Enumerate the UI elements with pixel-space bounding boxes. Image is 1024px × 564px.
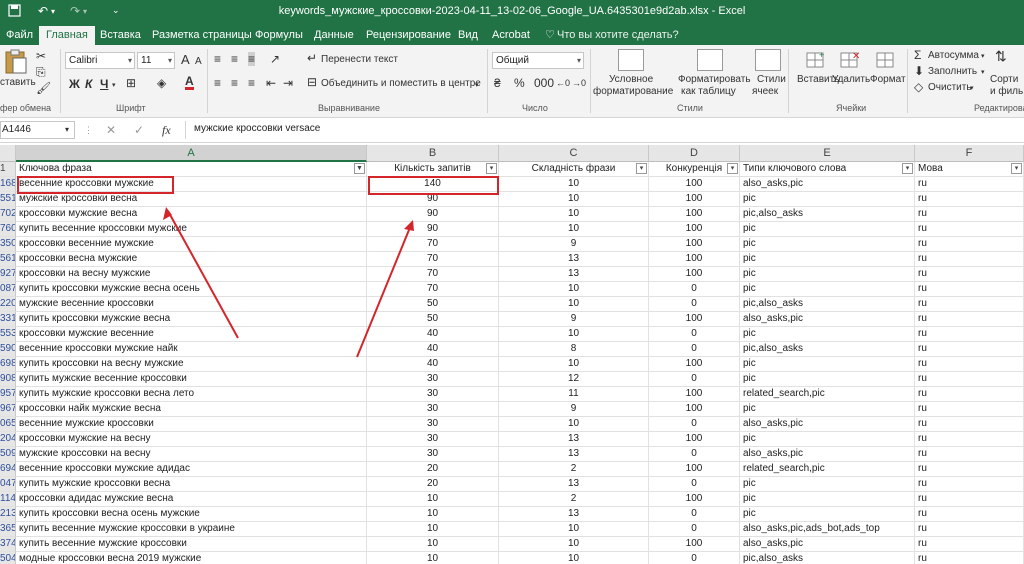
annotation-arrows	[163, 207, 414, 358]
arrowhead-icon	[404, 220, 414, 231]
arrow-to-keyword	[167, 210, 239, 339]
arrowhead-icon	[163, 207, 172, 220]
arrow-to-searches	[356, 224, 412, 358]
